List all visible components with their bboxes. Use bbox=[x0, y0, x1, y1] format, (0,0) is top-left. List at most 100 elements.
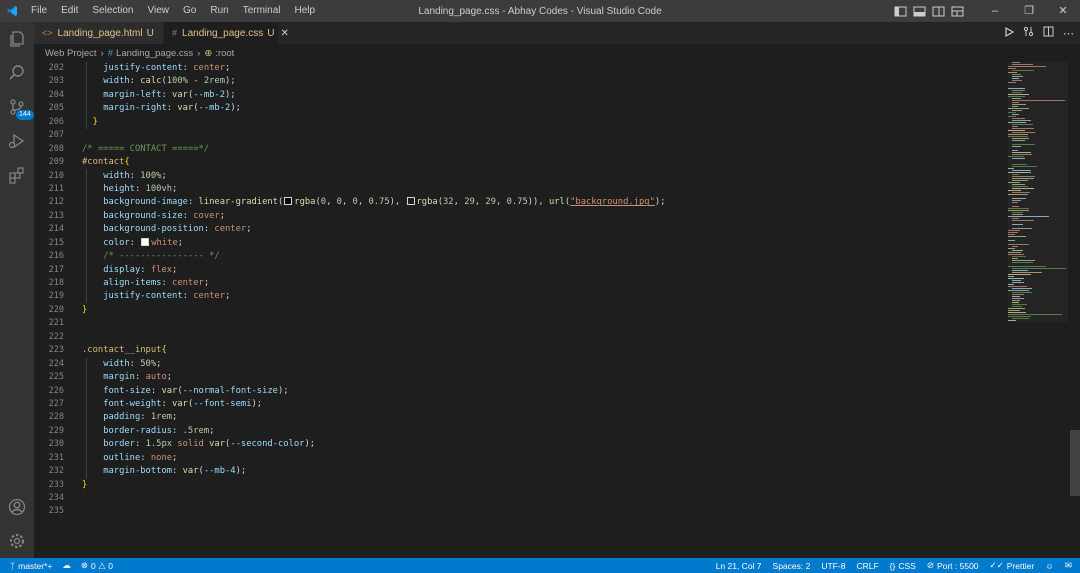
tab-landing-page-html[interactable]: <> Landing_page.html U bbox=[34, 22, 164, 44]
minimap-line bbox=[1008, 308, 1025, 309]
color-swatch-icon[interactable] bbox=[284, 197, 293, 206]
run-debug-icon[interactable] bbox=[0, 124, 34, 158]
code-content: justify-content: center; width: calc(100… bbox=[82, 62, 665, 519]
accounts-icon[interactable] bbox=[0, 490, 34, 524]
indentation[interactable]: Spaces: 2 bbox=[773, 561, 811, 571]
code-line: justify-content: center; bbox=[103, 63, 231, 73]
color-swatch-icon[interactable] bbox=[141, 237, 150, 246]
minimap-line bbox=[1012, 74, 1021, 75]
minimap-line bbox=[1008, 116, 1016, 117]
code-line: font-weight: var(--font-semi); bbox=[103, 398, 263, 409]
minimap-line bbox=[1012, 78, 1019, 79]
menu-help[interactable]: Help bbox=[288, 0, 323, 22]
extensions-icon[interactable] bbox=[0, 158, 34, 192]
minimap-line bbox=[1012, 218, 1019, 219]
split-editor-icon[interactable] bbox=[1043, 26, 1054, 40]
minimap-line bbox=[1012, 288, 1032, 289]
toggle-panel-icon[interactable] bbox=[913, 5, 926, 18]
breadcrumb-symbol[interactable]: :root bbox=[215, 48, 234, 59]
color-swatch-icon[interactable] bbox=[406, 197, 415, 206]
cursor-position[interactable]: Ln 21, Col 7 bbox=[716, 561, 762, 571]
sync-status[interactable]: ☁ bbox=[62, 560, 71, 571]
minimap-line bbox=[1008, 312, 1026, 313]
live-server-port[interactable]: ⊘ Port : 5500 bbox=[927, 560, 979, 571]
minimap-line bbox=[1008, 94, 1029, 95]
minimap-line bbox=[1012, 304, 1027, 305]
feedback-icon[interactable]: ☺ bbox=[1045, 561, 1054, 571]
double-check-icon: ✓✓ bbox=[989, 560, 1004, 570]
minimap-line bbox=[1008, 248, 1015, 249]
close-window-icon[interactable]: ✕ bbox=[1046, 0, 1080, 22]
minimap-line bbox=[1008, 310, 1020, 311]
toggle-secondary-sidebar-icon[interactable] bbox=[932, 5, 945, 18]
open-changes-icon[interactable] bbox=[1023, 26, 1034, 40]
warning-icon: △ bbox=[98, 560, 106, 570]
line-number: 216 bbox=[48, 251, 64, 262]
branch-status[interactable]: ᛉ master*+ bbox=[10, 561, 52, 571]
minimap-line bbox=[1012, 166, 1037, 167]
more-actions-icon[interactable]: ⋯ bbox=[1063, 27, 1074, 40]
minimap-line bbox=[1008, 190, 1021, 191]
customize-layout-icon[interactable] bbox=[951, 5, 964, 18]
code-editor[interactable]: 202 203 204 205 206 207 208 209 210 211 212 213 214 2… bbox=[34, 62, 1080, 558]
menu-go[interactable]: Go bbox=[176, 0, 203, 22]
prettier-status[interactable]: ✓✓ Prettier bbox=[990, 560, 1035, 571]
minimize-icon[interactable]: – bbox=[978, 0, 1012, 22]
code-line: display: flex; bbox=[103, 264, 178, 275]
line-number: 209 bbox=[48, 157, 64, 168]
line-number-gutter: 202 203 204 205 206 207 208 209 210 211 212 213 214 2… bbox=[34, 62, 64, 519]
line-number: 227 bbox=[48, 398, 64, 409]
code-line: background-image: linear-gradient(rgba(0… bbox=[103, 197, 666, 208]
notifications-bell-icon[interactable]: ✉ bbox=[1065, 560, 1072, 571]
minimap-line bbox=[1008, 252, 1021, 253]
menu-terminal[interactable]: Terminal bbox=[236, 0, 288, 22]
minimap-line bbox=[1008, 172, 1031, 173]
menu-file[interactable]: File bbox=[24, 0, 54, 22]
run-icon[interactable] bbox=[1004, 26, 1015, 40]
menu-edit[interactable]: Edit bbox=[54, 0, 85, 22]
source-control-icon[interactable]: 144 bbox=[0, 90, 34, 124]
minimap[interactable] bbox=[1008, 62, 1068, 332]
restore-icon[interactable]: ❐ bbox=[1012, 0, 1046, 22]
menu-view[interactable]: View bbox=[141, 0, 177, 22]
chevron-right-icon: › bbox=[100, 47, 104, 59]
line-number: 234 bbox=[48, 493, 64, 503]
minimap-line bbox=[1008, 182, 1020, 183]
code-line: align-items: center; bbox=[103, 278, 210, 288]
minimap-line bbox=[1012, 300, 1020, 301]
toggle-primary-sidebar-icon[interactable] bbox=[894, 5, 907, 18]
minimap-line bbox=[1012, 176, 1035, 177]
tab-label: Landing_page.css bbox=[182, 27, 264, 39]
minimap-line bbox=[1012, 76, 1023, 77]
minimap-line bbox=[1008, 156, 1024, 157]
line-number: 207 bbox=[48, 130, 64, 141]
minimap-line bbox=[1012, 80, 1022, 81]
menu-run[interactable]: Run bbox=[203, 0, 235, 22]
end-of-line[interactable]: CRLF bbox=[856, 561, 878, 571]
problems-status[interactable]: ⊗ 0 △ 0 bbox=[81, 560, 113, 571]
language-mode[interactable]: {} CSS bbox=[890, 561, 916, 571]
explorer-icon[interactable] bbox=[0, 22, 34, 56]
code-line: margin-bottom: var(--mb-4); bbox=[103, 466, 247, 477]
search-icon[interactable] bbox=[0, 56, 34, 90]
minimap-line bbox=[1012, 170, 1031, 171]
vertical-scrollbar[interactable] bbox=[1068, 62, 1080, 558]
encoding[interactable]: UTF-8 bbox=[821, 561, 845, 571]
menu-bar: File Edit Selection View Go Run Terminal… bbox=[24, 0, 322, 22]
menu-selection[interactable]: Selection bbox=[85, 0, 140, 22]
scrollbar-thumb[interactable] bbox=[1070, 430, 1080, 496]
symbol-icon: ⊕ bbox=[204, 47, 213, 59]
minimap-line bbox=[1012, 188, 1034, 189]
minimap-line bbox=[1012, 154, 1032, 155]
breadcrumb-file[interactable]: Landing_page.css bbox=[116, 48, 193, 59]
code-line: border-radius: .5rem; bbox=[103, 425, 215, 436]
line-number: 223 bbox=[48, 345, 64, 356]
settings-gear-icon[interactable] bbox=[0, 524, 34, 558]
breadcrumb-folder[interactable]: Web Project bbox=[45, 48, 97, 59]
close-tab-icon[interactable]: ✕ bbox=[280, 28, 288, 39]
tab-landing-page-css[interactable]: # Landing_page.css U ✕ bbox=[164, 22, 289, 44]
minimap-line bbox=[1012, 124, 1033, 125]
minimap-line bbox=[1012, 214, 1023, 215]
minimap-line bbox=[1012, 98, 1021, 99]
